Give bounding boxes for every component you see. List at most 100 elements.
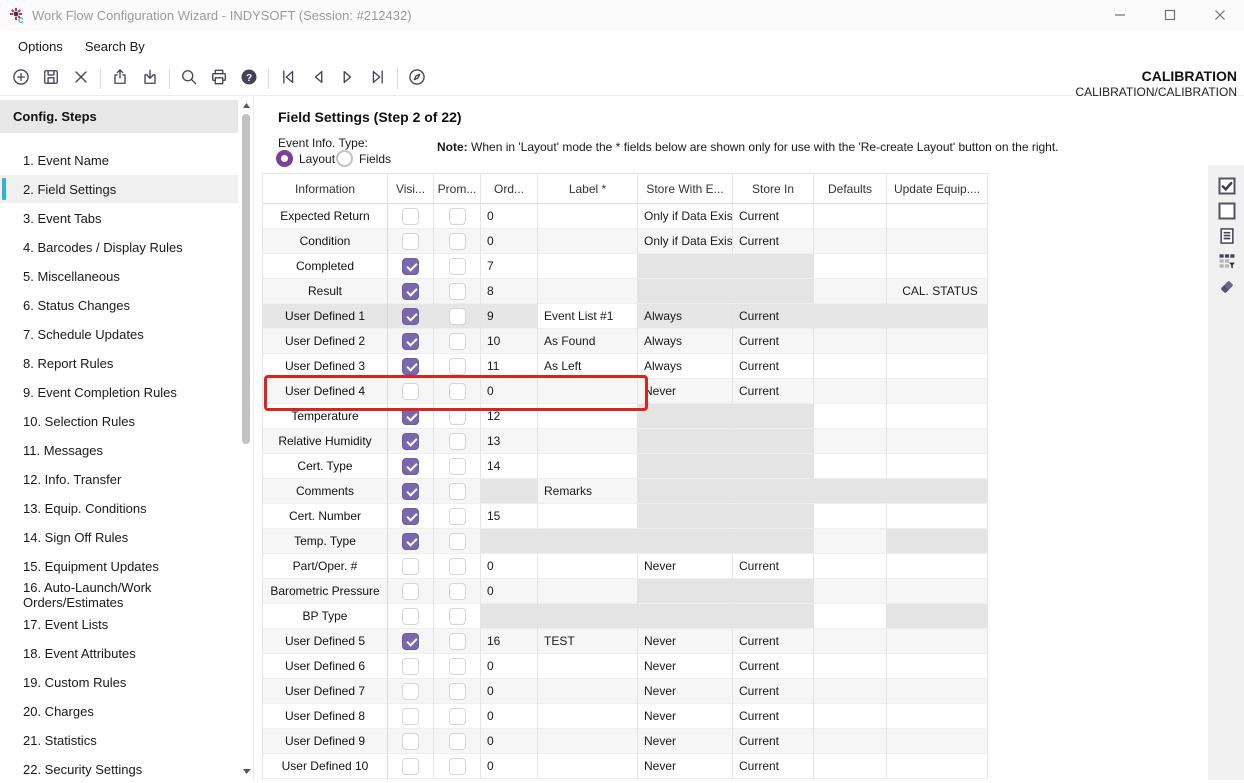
sidebar-item-15[interactable]: 15. Equipment Updates (0, 552, 238, 580)
sidebar-item-8[interactable]: 8. Report Rules (0, 349, 238, 377)
visible-checkbox[interactable] (402, 233, 419, 250)
cell-store_with[interactable] (638, 479, 733, 504)
cell-store_with[interactable]: Never (638, 654, 733, 679)
cell-store_with[interactable] (638, 604, 733, 629)
cell-update_equip[interactable] (887, 529, 988, 554)
visible-checkbox[interactable] (402, 208, 419, 225)
cell-defaults[interactable] (814, 204, 887, 229)
cell-update_equip[interactable] (887, 579, 988, 604)
cell-prompt[interactable] (434, 404, 481, 429)
cell-defaults[interactable] (814, 579, 887, 604)
cell-visible[interactable] (388, 529, 434, 554)
toolbar-previous-button[interactable] (303, 65, 333, 93)
prompt-checkbox[interactable] (449, 658, 466, 675)
prompt-checkbox[interactable] (449, 483, 466, 500)
cell-update_equip[interactable] (887, 429, 988, 454)
cell-label[interactable]: Event List #1 (538, 304, 638, 329)
cell-label[interactable] (538, 529, 638, 554)
column-header-7[interactable]: Store In (733, 174, 814, 204)
cell-information[interactable]: Comments (263, 479, 388, 504)
sidebar-item-11[interactable]: 11. Messages (0, 436, 238, 464)
visible-checkbox-checked[interactable] (402, 533, 419, 550)
sidebar-item-13[interactable]: 13. Equip. Conditions (0, 494, 238, 522)
cell-information[interactable]: Temp. Type (263, 529, 388, 554)
cell-update_equip[interactable] (887, 229, 988, 254)
prompt-checkbox[interactable] (449, 408, 466, 425)
cell-visible[interactable] (388, 679, 434, 704)
cell-update_equip[interactable] (887, 654, 988, 679)
cell-update_equip[interactable]: CAL. STATUS (887, 279, 988, 304)
cell-ord[interactable]: 0 (481, 379, 538, 404)
prompt-checkbox[interactable] (449, 583, 466, 600)
cell-defaults[interactable] (814, 479, 887, 504)
toolbar-last-button[interactable] (363, 65, 393, 93)
scrollbar-thumb[interactable] (242, 114, 250, 444)
sidebar-item-2[interactable]: 2. Field Settings (0, 175, 238, 203)
sidebar-item-6[interactable]: 6. Status Changes (0, 291, 238, 319)
cell-visible[interactable] (388, 754, 434, 779)
visible-checkbox-checked[interactable] (402, 633, 419, 650)
cell-defaults[interactable] (814, 304, 887, 329)
cell-visible[interactable] (388, 629, 434, 654)
toolbar-save-button[interactable] (36, 65, 66, 93)
cell-information[interactable]: Completed (263, 254, 388, 279)
prompt-checkbox[interactable] (449, 283, 466, 300)
cell-visible[interactable] (388, 579, 434, 604)
toolbar-next-button[interactable] (333, 65, 363, 93)
cell-store_with[interactable] (638, 254, 733, 279)
cell-store_with[interactable] (638, 279, 733, 304)
cell-store_in[interactable]: Current (733, 704, 814, 729)
cell-prompt[interactable] (434, 629, 481, 654)
cell-update_equip[interactable] (887, 679, 988, 704)
prompt-checkbox[interactable] (449, 433, 466, 450)
cell-ord[interactable]: 10 (481, 329, 538, 354)
cell-ord[interactable]: 9 (481, 304, 538, 329)
cell-store_in[interactable]: Current (733, 679, 814, 704)
cell-store_in[interactable] (733, 254, 814, 279)
cell-store_in[interactable]: Current (733, 354, 814, 379)
cell-information[interactable]: Part/Oper. # (263, 554, 388, 579)
cell-update_equip[interactable] (887, 554, 988, 579)
cell-defaults[interactable] (814, 554, 887, 579)
right-toolbar-select-checked-button[interactable] (1216, 176, 1238, 198)
cell-ord[interactable]: 0 (481, 679, 538, 704)
cell-label[interactable] (538, 429, 638, 454)
cell-prompt[interactable] (434, 279, 481, 304)
prompt-checkbox[interactable] (449, 383, 466, 400)
cell-prompt[interactable] (434, 704, 481, 729)
cell-label[interactable] (538, 279, 638, 304)
cell-store_with[interactable]: Never (638, 554, 733, 579)
visible-checkbox[interactable] (402, 758, 419, 775)
cell-ord[interactable] (481, 529, 538, 554)
cell-store_with[interactable]: Never (638, 729, 733, 754)
prompt-checkbox[interactable] (449, 233, 466, 250)
cell-defaults[interactable] (814, 404, 887, 429)
cell-store_with[interactable]: Only if Data Exist (638, 229, 733, 254)
visible-checkbox-checked[interactable] (402, 333, 419, 350)
visible-checkbox-checked[interactable] (402, 483, 419, 500)
prompt-checkbox[interactable] (449, 533, 466, 550)
cell-visible[interactable] (388, 329, 434, 354)
cell-information[interactable]: User Defined 8 (263, 704, 388, 729)
visible-checkbox-checked[interactable] (402, 258, 419, 275)
cell-store_with[interactable] (638, 579, 733, 604)
toolbar-add-button[interactable] (6, 65, 36, 93)
cell-information[interactable]: Condition (263, 229, 388, 254)
cell-label[interactable] (538, 504, 638, 529)
cell-ord[interactable]: 0 (481, 729, 538, 754)
cell-prompt[interactable] (434, 454, 481, 479)
cell-defaults[interactable] (814, 429, 887, 454)
cell-visible[interactable] (388, 554, 434, 579)
cell-visible[interactable] (388, 654, 434, 679)
cell-defaults[interactable] (814, 454, 887, 479)
cell-store_with[interactable] (638, 529, 733, 554)
cell-information[interactable]: User Defined 9 (263, 729, 388, 754)
sidebar-item-10[interactable]: 10. Selection Rules (0, 407, 238, 435)
radio-layout-control[interactable] (276, 150, 293, 167)
cell-information[interactable]: Barometric Pressure (263, 579, 388, 604)
right-toolbar-eraser-button[interactable] (1216, 277, 1238, 299)
cell-information[interactable]: Expected Return (263, 204, 388, 229)
cell-visible[interactable] (388, 229, 434, 254)
prompt-checkbox[interactable] (449, 633, 466, 650)
cell-update_equip[interactable] (887, 404, 988, 429)
